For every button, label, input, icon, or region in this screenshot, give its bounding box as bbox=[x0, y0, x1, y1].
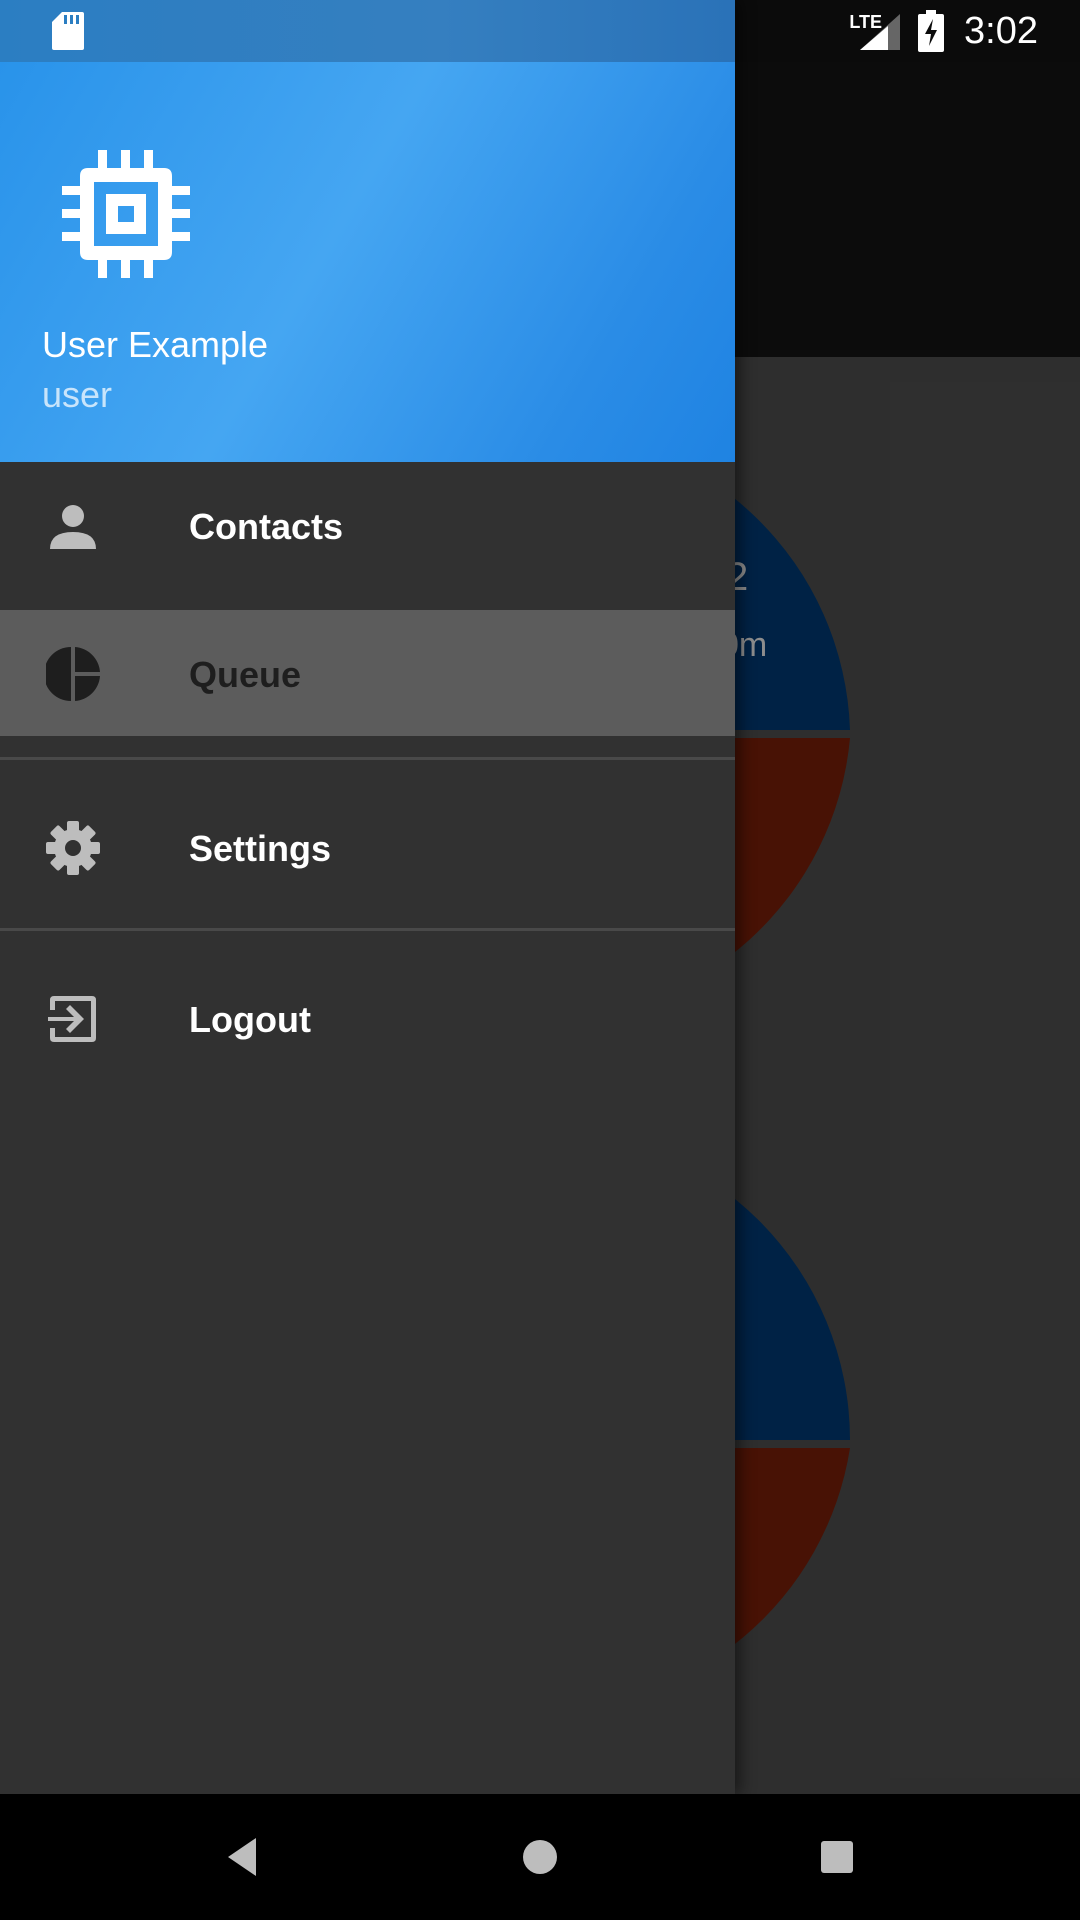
menu-item-label: Contacts bbox=[189, 506, 344, 547]
person-icon bbox=[50, 505, 96, 549]
navigation-drawer: User Example user Contacts Queue Setting… bbox=[0, 0, 735, 1794]
menu-item-contacts[interactable]: Contacts bbox=[0, 462, 735, 588]
system-navigation-bar bbox=[0, 1794, 1080, 1920]
user-name: User Example bbox=[42, 324, 269, 365]
home-icon[interactable] bbox=[515, 1832, 565, 1882]
menu-divider bbox=[0, 757, 735, 760]
logout-icon bbox=[48, 996, 96, 1042]
gear-icon bbox=[46, 821, 100, 875]
menu-divider bbox=[0, 928, 735, 931]
chip-icon bbox=[62, 150, 190, 278]
user-role: user bbox=[42, 374, 113, 415]
back-icon[interactable] bbox=[220, 1832, 270, 1882]
status-time: 3:02 bbox=[964, 10, 1038, 52]
battery-charging-icon bbox=[918, 10, 944, 52]
menu-item-settings[interactable]: Settings bbox=[0, 784, 735, 910]
menu-item-label: Queue bbox=[189, 654, 302, 695]
menu-item-queue[interactable]: Queue bbox=[0, 610, 735, 736]
drawer-status-area bbox=[0, 0, 735, 62]
signal-icon bbox=[860, 14, 900, 50]
sd-card-icon bbox=[52, 12, 84, 50]
menu-item-label: Logout bbox=[189, 999, 311, 1040]
drawer-header: User Example user bbox=[0, 62, 735, 462]
recents-icon[interactable] bbox=[812, 1832, 862, 1882]
pie-chart-icon bbox=[46, 647, 100, 701]
menu-item-label: Settings bbox=[189, 828, 332, 869]
menu-item-logout[interactable]: Logout bbox=[0, 955, 735, 1081]
